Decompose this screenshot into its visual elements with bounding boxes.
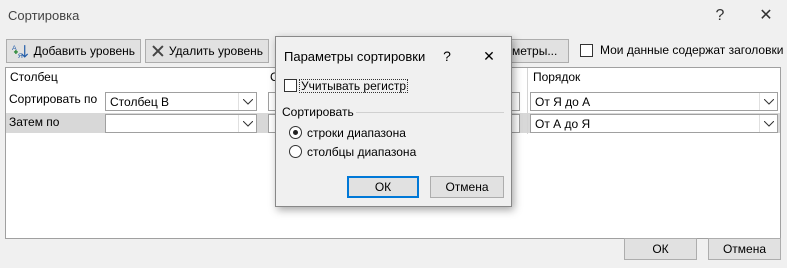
chevron-down-icon (759, 115, 777, 132)
help-icon: ? (715, 7, 725, 24)
add-level-label: Добавить уровень (33, 44, 135, 58)
column-divider (527, 68, 528, 134)
case-sensitive-checkbox[interactable] (284, 79, 297, 92)
order-select-row2[interactable]: От А до Я (530, 114, 778, 133)
options-label: метры... (512, 44, 558, 58)
close-button[interactable]: ✕ (752, 2, 780, 30)
group-divider (356, 112, 504, 113)
header-order: Порядок (533, 70, 581, 84)
delete-level-label: Удалить уровень (168, 44, 263, 58)
row-label-then-by: Затем по (9, 115, 60, 129)
delete-level-button[interactable]: Удалить уровень (145, 39, 269, 63)
chevron-down-icon (759, 93, 777, 110)
order-select-value: От Я до А (535, 94, 591, 109)
headers-checkbox-label: Мои данные содержат заголовки (600, 43, 784, 57)
delete-icon (152, 45, 164, 57)
options-close-button[interactable]: ✕ (478, 45, 500, 67)
radio-rows[interactable] (289, 126, 302, 139)
cancel-button[interactable]: Отмена (708, 238, 781, 260)
window-title: Сортировка (8, 8, 80, 23)
options-cancel-button[interactable]: Отмена (430, 176, 504, 198)
column-select-row2[interactable] (105, 114, 257, 133)
help-button[interactable]: ? (706, 2, 734, 30)
radio-columns-label[interactable]: столбцы диапазона (307, 145, 416, 159)
radio-columns[interactable] (289, 145, 302, 158)
order-select-value: От А до Я (535, 116, 591, 131)
close-icon: ✕ (483, 48, 495, 64)
options-ok-button[interactable]: ОК (347, 176, 419, 198)
header-column: Столбец (10, 70, 58, 84)
options-help-button[interactable]: ? (436, 45, 458, 67)
sort-options-dialog: Параметры сортировки ? ✕ Учитывать регис… (275, 36, 512, 207)
add-level-button[interactable]: A Я Добавить уровень (6, 39, 141, 63)
close-icon: ✕ (759, 7, 773, 24)
order-select-row1[interactable]: От Я до А (530, 92, 778, 111)
ok-button[interactable]: ОК (624, 238, 697, 260)
column-select-row1[interactable]: Столбец B (105, 92, 257, 111)
chevron-down-icon (238, 93, 256, 110)
help-icon: ? (443, 48, 451, 64)
add-level-icon: A Я (12, 45, 29, 59)
case-sensitive-label[interactable]: Учитывать регистр (299, 79, 409, 93)
headers-checkbox[interactable] (580, 44, 593, 57)
row-label-sort-by: Сортировать по (9, 92, 98, 106)
column-select-value: Столбец B (110, 94, 170, 109)
options-dialog-title: Параметры сортировки (284, 49, 426, 64)
radio-rows-label[interactable]: строки диапазона (307, 126, 406, 140)
chevron-down-icon (238, 115, 256, 132)
orientation-group-label: Сортировать (282, 105, 354, 119)
